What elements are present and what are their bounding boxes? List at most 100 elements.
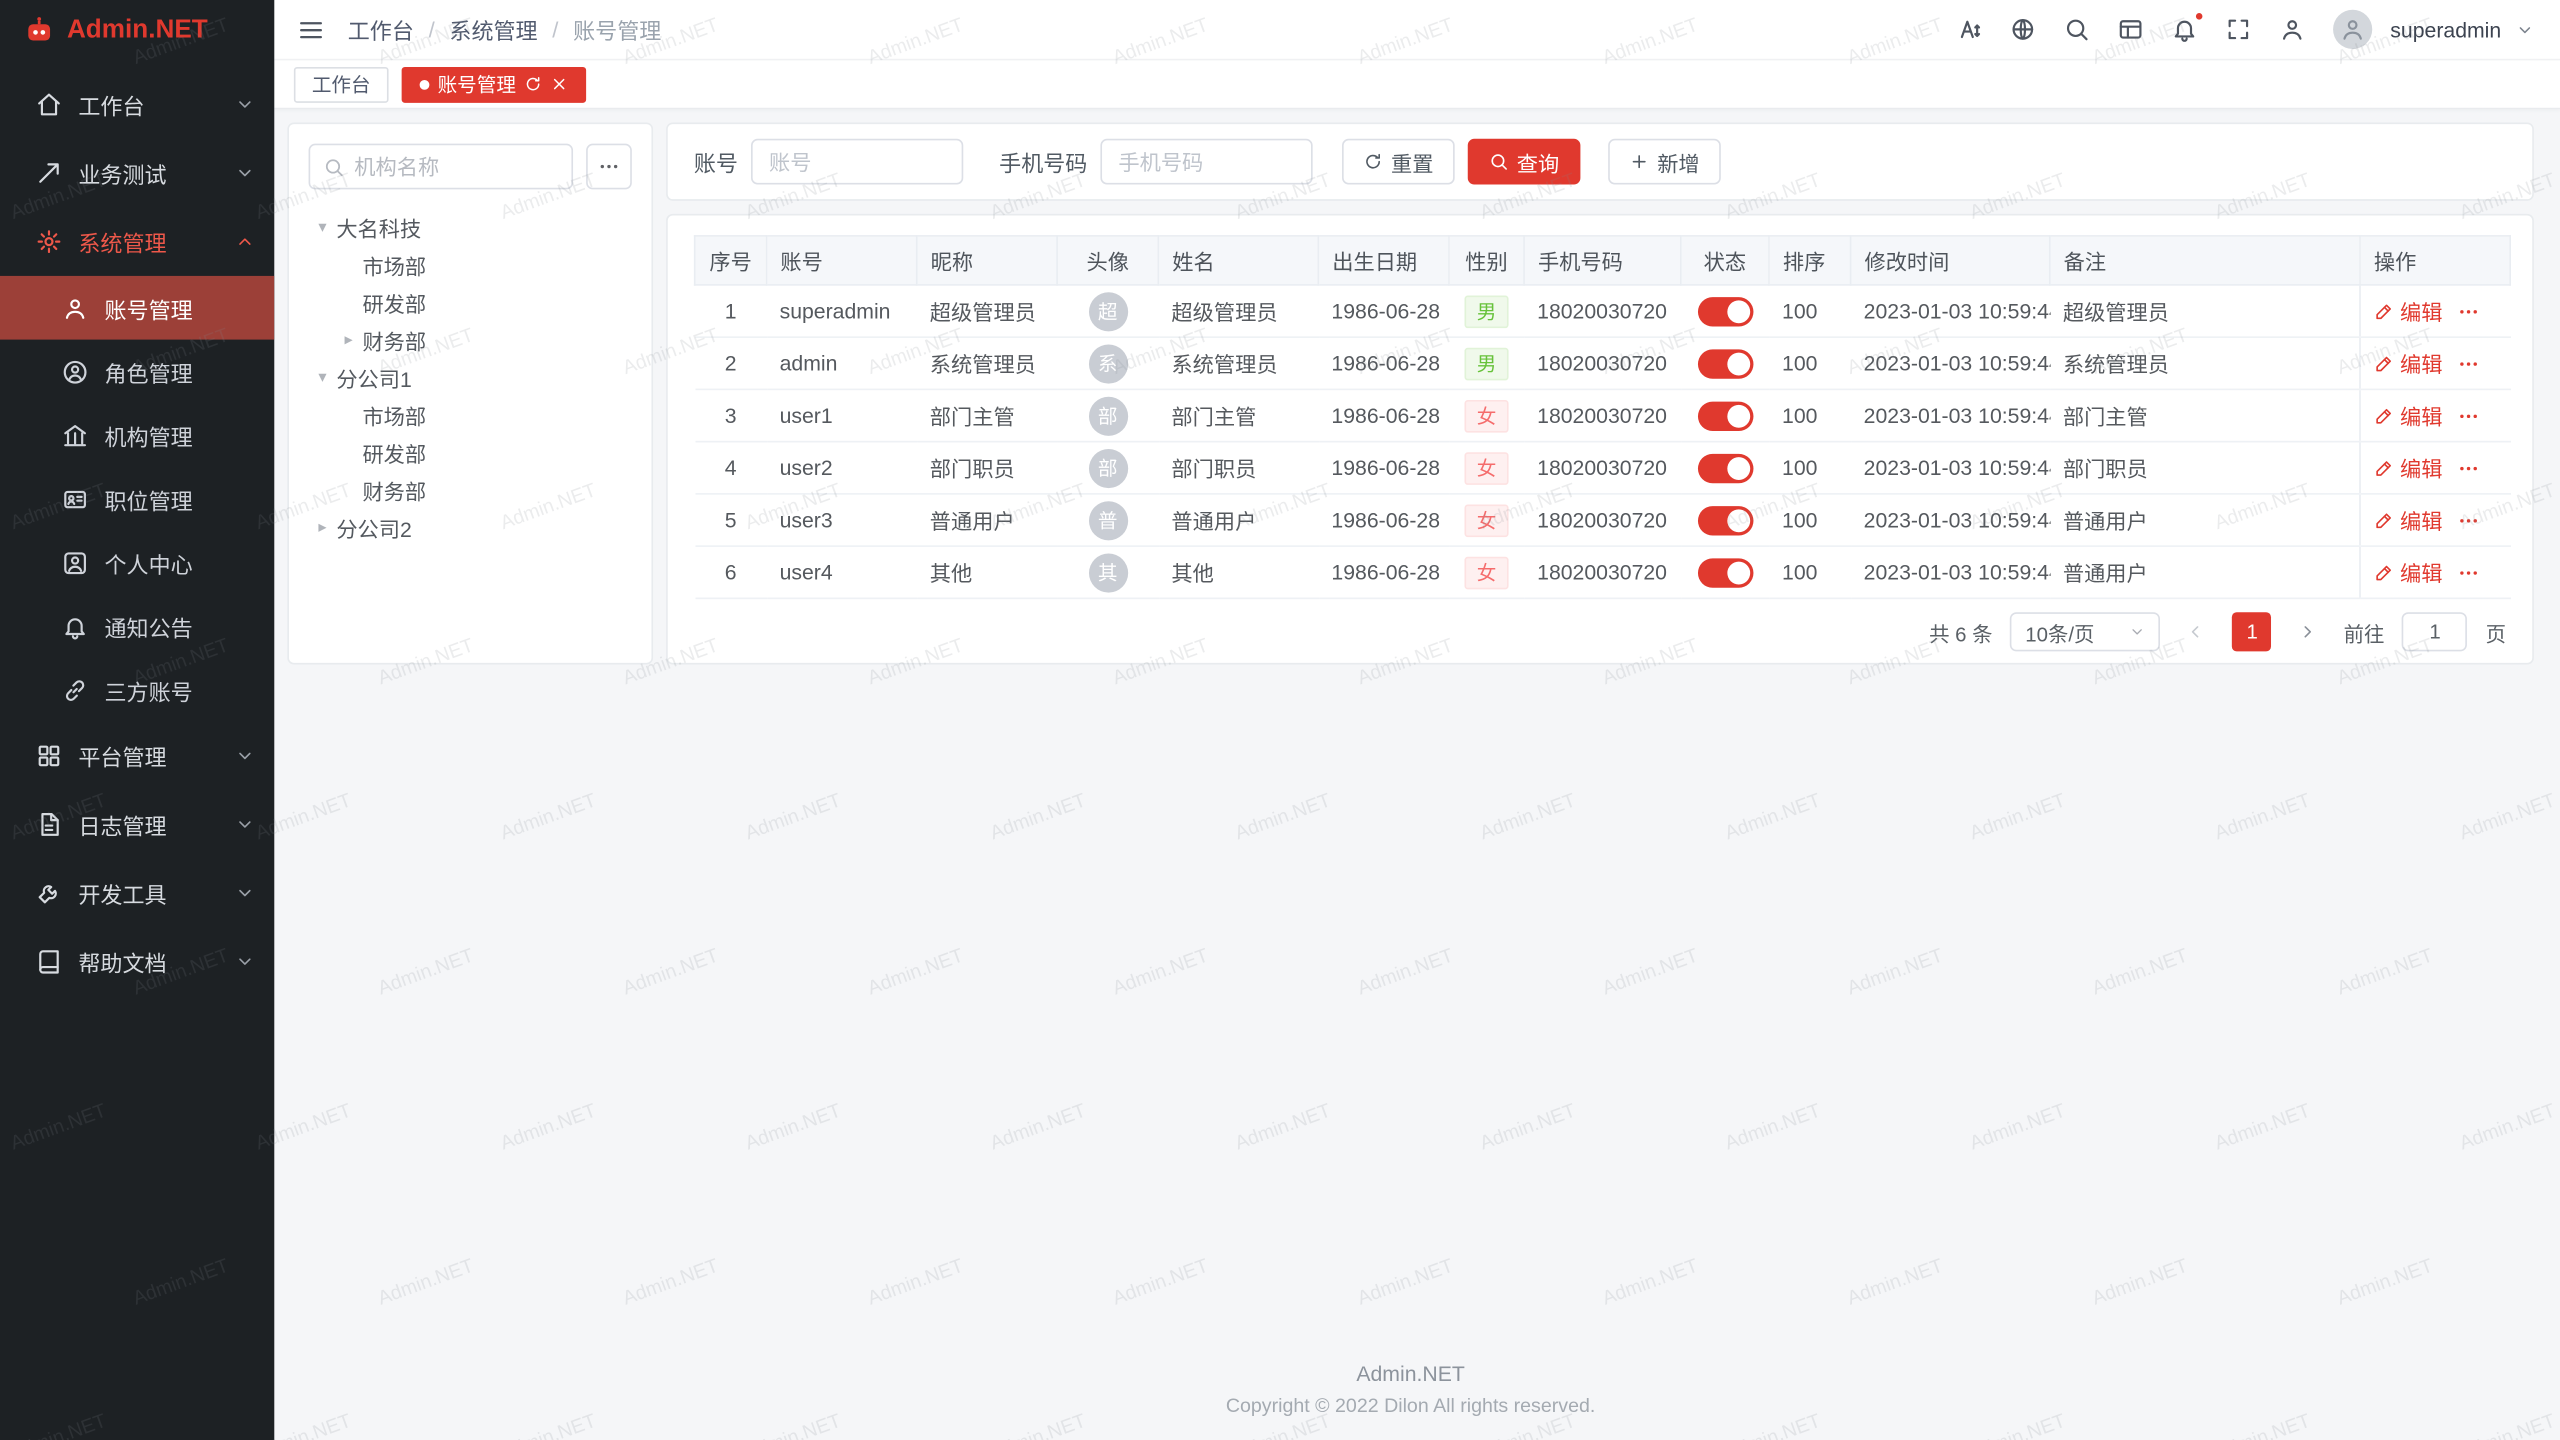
cell-nickname: 其他: [917, 546, 1057, 598]
page-size-select[interactable]: 10条/页: [2011, 612, 2161, 651]
tab-label: 账号管理: [438, 70, 516, 98]
sidebar-item-role[interactable]: 角色管理: [0, 340, 274, 404]
sidebar-item-account[interactable]: 账号管理: [0, 276, 274, 340]
tree-node[interactable]: 研发部: [309, 284, 632, 322]
sidebar-item-position[interactable]: 职位管理: [0, 467, 274, 531]
search-button[interactable]: 查询: [1468, 139, 1581, 185]
cell-remark: 超级管理员: [2050, 285, 2360, 337]
sidebar-item-platform[interactable]: 平台管理: [0, 722, 274, 791]
sidebar-item-log[interactable]: 日志管理: [0, 790, 274, 859]
username[interactable]: superadmin: [2390, 17, 2501, 41]
goto-page-input[interactable]: [2402, 612, 2467, 651]
tools-icon: [36, 880, 62, 906]
chevron-down-icon: [235, 883, 255, 903]
edit-button[interactable]: 编辑: [2374, 557, 2443, 588]
tree-more-button[interactable]: [586, 144, 632, 190]
tree-node[interactable]: ▸分公司2: [309, 509, 632, 547]
chevron-down-icon: [235, 815, 255, 835]
account-settings-icon[interactable]: [2279, 16, 2305, 42]
tab-close-icon[interactable]: [550, 75, 568, 93]
logo[interactable]: Admin.NET: [0, 0, 274, 60]
status-toggle[interactable]: [1697, 505, 1753, 534]
org-search-field: [309, 144, 573, 190]
avatar[interactable]: [2333, 10, 2372, 49]
sidebar-item-system[interactable]: 系统管理: [0, 207, 274, 276]
font-size-icon[interactable]: [1956, 16, 1982, 42]
sidebar-item-devtools[interactable]: 开发工具: [0, 859, 274, 928]
chevron-down-icon[interactable]: [2516, 20, 2534, 38]
edit-button[interactable]: 编辑: [2374, 400, 2443, 431]
row-more-button[interactable]: [2457, 352, 2480, 375]
cell-name: 系统管理员: [1158, 337, 1318, 389]
row-more-button[interactable]: [2457, 509, 2480, 532]
breadcrumb-item-system[interactable]: 系统管理: [449, 13, 537, 46]
cell-gender: 女: [1449, 389, 1524, 441]
tree-node[interactable]: 研发部: [309, 434, 632, 472]
tree-node-label: 分公司2: [336, 513, 411, 544]
tab-label: 工作台: [312, 70, 371, 98]
breadcrumb-item-workbench[interactable]: 工作台: [348, 13, 414, 46]
page-1-button[interactable]: 1: [2233, 612, 2272, 651]
cell-order: 100: [1769, 494, 1851, 546]
sidebar-item-docs[interactable]: 帮助文档: [0, 927, 274, 996]
col-header-gender: 性别: [1449, 236, 1524, 285]
menu-collapse-icon[interactable]: [297, 16, 325, 44]
status-toggle[interactable]: [1697, 401, 1753, 430]
status-toggle[interactable]: [1697, 453, 1753, 482]
sidebar-item-profile[interactable]: 个人中心: [0, 531, 274, 595]
tree-caret-icon[interactable]: ▸: [335, 331, 363, 349]
tree-node[interactable]: 财务部: [309, 472, 632, 510]
tree-node[interactable]: ▸财务部: [309, 322, 632, 360]
edit-button[interactable]: 编辑: [2374, 504, 2443, 535]
status-toggle[interactable]: [1697, 349, 1753, 378]
cell-gender: 女: [1449, 494, 1524, 546]
tree-caret-icon[interactable]: ▸: [309, 519, 337, 537]
row-more-button[interactable]: [2457, 300, 2480, 323]
user-avatar: 系: [1088, 344, 1127, 383]
status-toggle[interactable]: [1697, 558, 1753, 587]
org-search-input[interactable]: [354, 154, 558, 178]
tab-refresh-icon[interactable]: [524, 75, 542, 93]
tree-caret-icon[interactable]: ▾: [309, 219, 337, 237]
edit-icon: [2374, 406, 2394, 426]
phone-input[interactable]: [1100, 139, 1312, 185]
layout-icon[interactable]: [2118, 16, 2144, 42]
status-toggle[interactable]: [1697, 296, 1753, 325]
sidebar-item-notice[interactable]: 通知公告: [0, 594, 274, 658]
row-more-button[interactable]: [2457, 404, 2480, 427]
fullscreen-icon[interactable]: [2225, 16, 2251, 42]
row-more-button[interactable]: [2457, 456, 2480, 479]
phone-label: 手机号码: [999, 145, 1087, 178]
user-avatar: 普: [1088, 500, 1127, 539]
search-icon[interactable]: [2064, 16, 2090, 42]
tab-workbench[interactable]: 工作台: [294, 66, 389, 102]
sidebar-item-workbench[interactable]: 工作台: [0, 70, 274, 139]
notification-icon[interactable]: [2172, 16, 2198, 42]
tab-account-management[interactable]: 账号管理: [402, 66, 587, 102]
tree-node[interactable]: 市场部: [309, 247, 632, 285]
sidebar-item-thirdparty[interactable]: 三方账号: [0, 658, 274, 722]
edit-button[interactable]: 编辑: [2374, 348, 2443, 379]
row-more-button[interactable]: [2457, 561, 2480, 584]
edit-button[interactable]: 编辑: [2374, 452, 2443, 483]
tree-node[interactable]: ▾大名科技: [309, 209, 632, 247]
sidebar-item-label: 业务测试: [78, 157, 235, 190]
footer-copyright: Copyright © 2022 Dilon All rights reserv…: [287, 1394, 2534, 1417]
app-root: Admin.NET 工作台业务测试系统管理账号管理角色管理机构管理职位管理个人中…: [0, 0, 2560, 1440]
language-icon[interactable]: [2010, 16, 2036, 42]
next-page-button[interactable]: [2290, 612, 2326, 651]
cell-account: user3: [767, 494, 917, 546]
sidebar-item-org[interactable]: 机构管理: [0, 403, 274, 467]
sidebar-item-business-test[interactable]: 业务测试: [0, 139, 274, 208]
edit-button[interactable]: 编辑: [2374, 296, 2443, 327]
prev-page-button[interactable]: [2179, 612, 2215, 651]
cell-mtime: 2023-01-03 10:59:44: [1851, 337, 2050, 389]
account-input[interactable]: [751, 139, 963, 185]
tree-caret-icon[interactable]: ▾: [309, 369, 337, 387]
add-button[interactable]: 新增: [1608, 139, 1721, 185]
tree-node[interactable]: ▾分公司1: [309, 359, 632, 397]
tree-node[interactable]: 市场部: [309, 397, 632, 435]
reset-button[interactable]: 重置: [1342, 139, 1455, 185]
org-icon: [62, 422, 88, 448]
cell-phone: 18020030720: [1524, 494, 1681, 546]
